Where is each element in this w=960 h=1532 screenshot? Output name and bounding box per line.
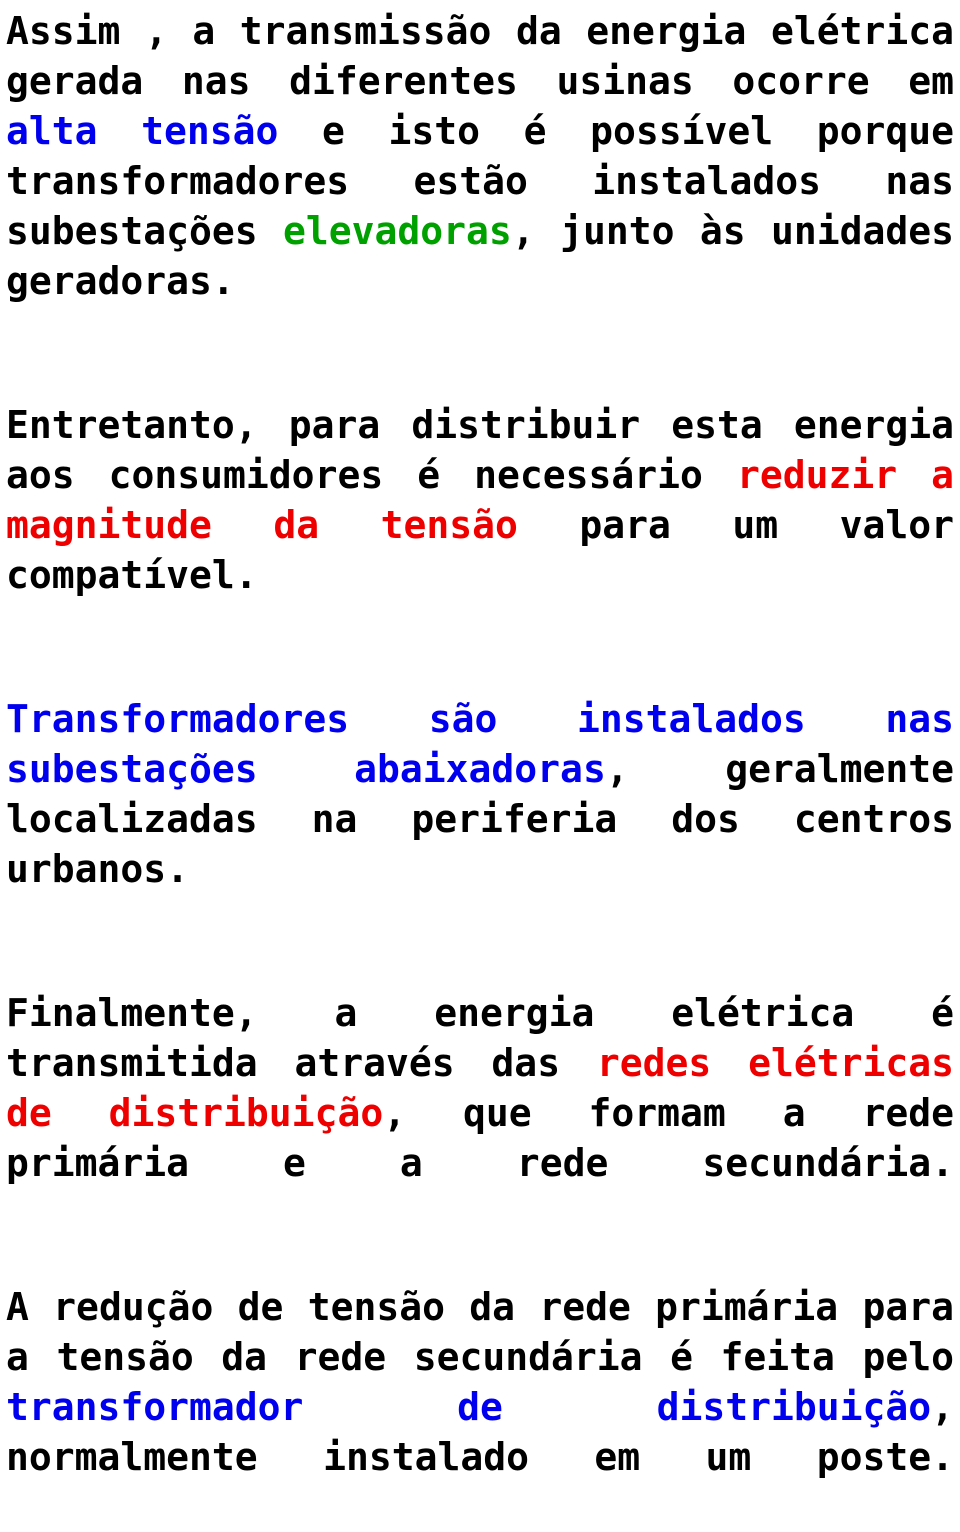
document-page: Assim , a transmissão da energia elétric…: [0, 0, 960, 1479]
text-run: Assim , a transmissão da energia elétric…: [6, 9, 954, 103]
text-run: elevadoras: [283, 209, 512, 253]
paragraph-5: A redução de tensão da rede primária par…: [6, 1282, 954, 1532]
paragraph-1: Assim , a transmissão da energia elétric…: [6, 6, 954, 356]
paragraph-3: Transformadores são instalados nas subes…: [6, 694, 954, 944]
text-run: transformador de distribuição: [6, 1385, 932, 1429]
paragraph-2: Entretanto, para distribuir esta energia…: [6, 400, 954, 650]
text-run: A redução de tensão da rede primária par…: [6, 1285, 954, 1379]
text-run: alta tensão: [6, 109, 279, 153]
paragraph-4: Finalmente, a energia elétrica é transmi…: [6, 988, 954, 1238]
